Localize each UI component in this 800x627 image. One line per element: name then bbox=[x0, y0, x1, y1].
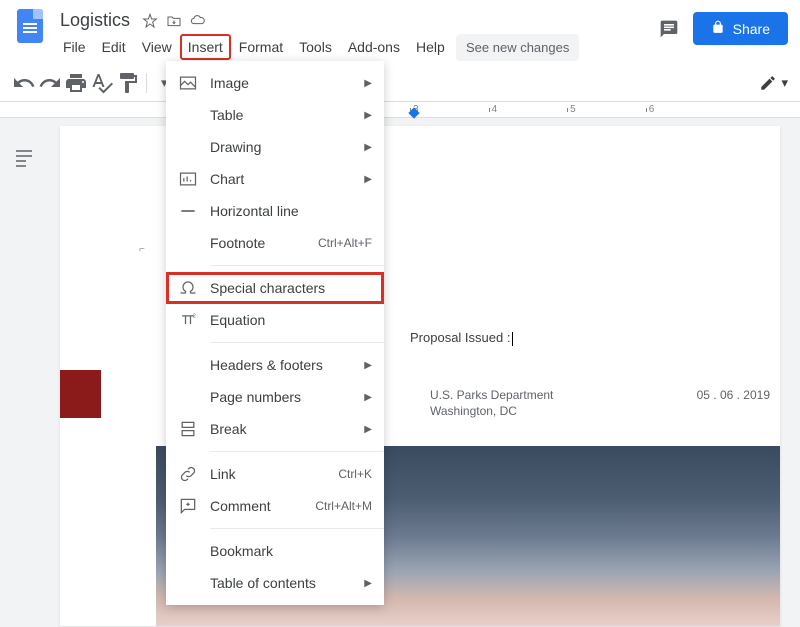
doc-date: 05 . 06 . 2019 bbox=[697, 388, 770, 402]
red-rectangle bbox=[60, 370, 101, 418]
ruler: 3 4 5 6 bbox=[0, 102, 800, 118]
chart-icon bbox=[178, 169, 198, 189]
share-label: Share bbox=[733, 21, 770, 37]
hline-icon bbox=[178, 201, 198, 221]
chevron-right-icon: ▶ bbox=[364, 360, 372, 371]
chevron-right-icon: ▶ bbox=[364, 78, 372, 89]
chevron-right-icon: ▶ bbox=[364, 424, 372, 435]
insert-equation[interactable]: 2 Equation bbox=[166, 304, 384, 336]
menu-help[interactable]: Help bbox=[409, 35, 452, 59]
see-new-changes[interactable]: See new changes bbox=[456, 34, 579, 61]
insert-hline[interactable]: Horizontal line bbox=[166, 195, 384, 227]
pi-icon: 2 bbox=[178, 310, 198, 330]
insert-link[interactable]: Link Ctrl+K bbox=[166, 458, 384, 490]
chevron-right-icon: ▶ bbox=[364, 174, 372, 185]
insert-image[interactable]: Image ▶ bbox=[166, 67, 384, 99]
svg-text:2: 2 bbox=[193, 314, 196, 320]
insert-table[interactable]: Table ▶ bbox=[166, 99, 384, 131]
insert-dropdown: Image ▶ Table ▶ Drawing ▶ Chart ▶ Horizo… bbox=[166, 61, 384, 605]
star-icon[interactable] bbox=[142, 13, 158, 29]
insert-bookmark[interactable]: Bookmark bbox=[166, 535, 384, 567]
move-icon[interactable] bbox=[166, 13, 182, 29]
image-icon bbox=[178, 73, 198, 93]
doc-title[interactable]: Logistics bbox=[56, 8, 134, 33]
chevron-right-icon: ▶ bbox=[364, 110, 372, 121]
menu-addons[interactable]: Add-ons bbox=[341, 35, 407, 59]
chevron-right-icon: ▶ bbox=[364, 142, 372, 153]
redo-button[interactable] bbox=[38, 71, 62, 95]
editing-mode-button[interactable]: ▾ bbox=[759, 74, 788, 92]
insert-drawing[interactable]: Drawing ▶ bbox=[166, 131, 384, 163]
chevron-right-icon: ▶ bbox=[364, 578, 372, 589]
insert-toc[interactable]: Table of contents ▶ bbox=[166, 567, 384, 599]
dept-line2: Washington, DC bbox=[430, 404, 517, 418]
dept-line1: U.S. Parks Department bbox=[430, 388, 553, 402]
chevron-right-icon: ▶ bbox=[364, 392, 372, 403]
toolbar: ▾ − 9 + ⋯ ▾ bbox=[0, 64, 800, 102]
menu-file[interactable]: File bbox=[56, 35, 93, 59]
tab-indicator: ⌐ bbox=[139, 244, 145, 255]
docs-logo[interactable] bbox=[12, 8, 48, 44]
paint-format-button[interactable] bbox=[116, 71, 140, 95]
insert-comment[interactable]: Comment Ctrl+Alt+M bbox=[166, 490, 384, 522]
insert-chart[interactable]: Chart ▶ bbox=[166, 163, 384, 195]
comment-icon bbox=[178, 496, 198, 516]
menu-format[interactable]: Format bbox=[232, 35, 290, 59]
insert-break[interactable]: Break ▶ bbox=[166, 413, 384, 445]
menu-tools[interactable]: Tools bbox=[292, 35, 339, 59]
outline-icon[interactable] bbox=[12, 146, 36, 170]
print-button[interactable] bbox=[64, 71, 88, 95]
menu-edit[interactable]: Edit bbox=[95, 35, 133, 59]
comments-icon[interactable] bbox=[659, 19, 679, 39]
menu-view[interactable]: View bbox=[135, 35, 179, 59]
cloud-icon[interactable] bbox=[190, 13, 206, 29]
insert-footnote[interactable]: Footnote Ctrl+Alt+F bbox=[166, 227, 384, 259]
spellcheck-button[interactable] bbox=[90, 71, 114, 95]
proposal-text: Proposal Issued : bbox=[410, 330, 513, 346]
undo-button[interactable] bbox=[12, 71, 36, 95]
omega-icon bbox=[178, 278, 198, 298]
share-button[interactable]: Share bbox=[693, 12, 788, 45]
insert-page-numbers[interactable]: Page numbers ▶ bbox=[166, 381, 384, 413]
break-icon bbox=[178, 419, 198, 439]
lock-icon bbox=[711, 20, 725, 37]
insert-headers-footers[interactable]: Headers & footers ▶ bbox=[166, 349, 384, 381]
insert-special-chars[interactable]: Special characters bbox=[166, 272, 384, 304]
link-icon bbox=[178, 464, 198, 484]
menu-insert[interactable]: Insert bbox=[181, 35, 230, 59]
